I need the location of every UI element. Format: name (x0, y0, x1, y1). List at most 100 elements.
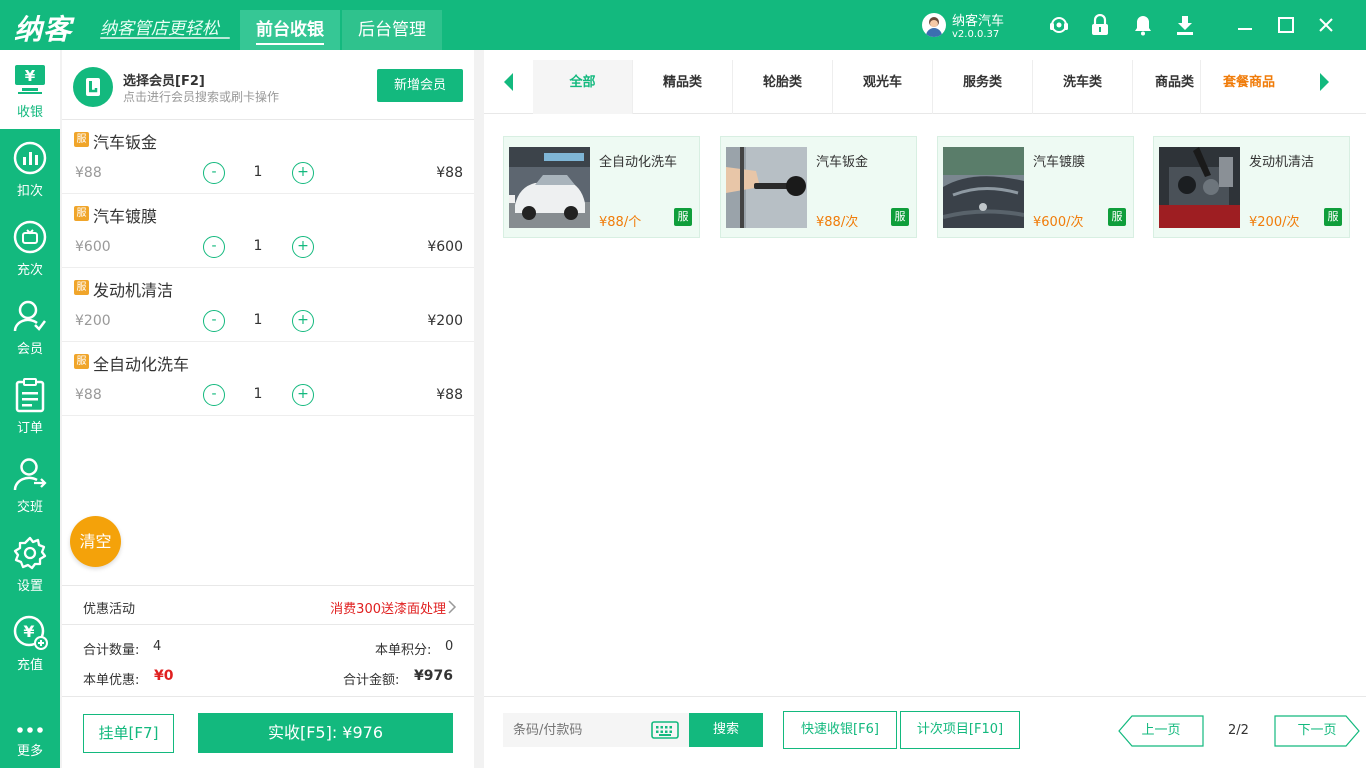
nav-item-more[interactable]: 更多 (0, 689, 60, 768)
divider (62, 696, 474, 697)
category-tab-boutique[interactable]: 精品类 (633, 60, 733, 114)
add-member-button[interactable]: 新增会员 (377, 69, 463, 102)
minimize-icon[interactable] (1232, 12, 1258, 38)
close-icon[interactable] (1313, 12, 1339, 38)
category-tab-tires[interactable]: 轮胎类 (733, 60, 833, 114)
category-tab-sightseeing[interactable]: 观光车 (833, 60, 933, 114)
cashier-icon: ¥ (12, 61, 48, 97)
app-slogan: 纳客管店更轻松 (100, 14, 219, 39)
product-card[interactable]: 汽车钣金 ¥88/次 服 (720, 136, 917, 238)
next-page-button[interactable]: 下一页 (1274, 715, 1360, 747)
service-tag: 服 (674, 208, 692, 226)
chevron-right-icon[interactable] (448, 599, 457, 613)
nav-item-deduct[interactable]: 扣次 (0, 129, 60, 208)
gear-icon (12, 535, 48, 571)
category-next-icon[interactable] (1317, 72, 1331, 92)
qty-increase-button[interactable]: + (292, 384, 314, 406)
qty-decrease-button[interactable]: - (203, 162, 225, 184)
search-button[interactable]: 搜索 (689, 713, 763, 747)
qty-increase-button[interactable]: + (292, 310, 314, 332)
avatar[interactable] (922, 13, 946, 37)
promotion-row[interactable]: 优惠活动 消费300送漆面处理 (62, 585, 474, 625)
more-icon (12, 700, 48, 736)
clear-cart-button[interactable]: 清空 (70, 516, 121, 567)
category-tab-carwash[interactable]: 洗车类 (1033, 60, 1133, 114)
qty-decrease-button[interactable]: - (203, 236, 225, 258)
headset-icon[interactable] (1048, 14, 1070, 36)
member-select-row[interactable]: 选择会员[F2] 点击进行会员搜索或刷卡操作 新增会员 (62, 50, 474, 120)
category-tab-all[interactable]: 全部 (533, 60, 633, 114)
recharge-count-icon (12, 219, 48, 255)
nav-item-cashier[interactable]: ¥ 收银 (0, 50, 60, 129)
nav-item-topup[interactable]: ¥ 充值 (0, 603, 60, 682)
tab-front-cashier[interactable]: 前台收银 (240, 10, 340, 50)
product-card[interactable]: 汽车镀膜 ¥600/次 服 (937, 136, 1134, 238)
service-tag: 服 (891, 208, 909, 226)
nav-item-settings[interactable]: 设置 (0, 524, 60, 603)
app-version: v2.0.0.37 (952, 29, 999, 40)
maximize-icon[interactable] (1273, 12, 1299, 38)
nav-item-shift[interactable]: 交班 (0, 445, 60, 524)
cart-item-qty[interactable]: 1 (248, 164, 268, 180)
member-icon (12, 298, 48, 334)
shift-icon (12, 456, 48, 492)
qty-decrease-button[interactable]: - (203, 384, 225, 406)
product-card[interactable]: 全自动化洗车 ¥88/个 服 (503, 136, 700, 238)
count-item-button[interactable]: 计次项目[F10] (900, 711, 1020, 749)
category-tab-packages[interactable]: 套餐商品 (1199, 60, 1299, 114)
nav-item-member[interactable]: 会员 (0, 287, 60, 366)
promotion-value[interactable]: 消费300送漆面处理 (330, 598, 446, 617)
service-tag: 服 (74, 206, 89, 221)
product-image (509, 147, 590, 228)
tab-front-cashier-label: 前台收银 (256, 20, 324, 45)
promotion-label: 优惠活动 (83, 598, 135, 617)
qty-increase-button[interactable]: + (292, 162, 314, 184)
quick-checkout-button[interactable]: 快速收银[F6] (783, 711, 897, 749)
category-prev-icon[interactable] (502, 72, 516, 92)
download-icon[interactable] (1174, 14, 1196, 36)
cart-item-qty[interactable]: 1 (248, 238, 268, 254)
total-qty-value: 4 (153, 639, 161, 654)
nav-item-recharge-count[interactable]: 充次 (0, 208, 60, 287)
prev-page-button[interactable]: 上一页 (1118, 715, 1204, 747)
cart-item-name: 发动机清洁 (93, 277, 173, 301)
cart-item-unit-price: ¥88 (75, 387, 102, 403)
cart-item-name: 汽车钣金 (93, 129, 157, 153)
product-card[interactable]: 发动机清洁 ¥200/次 服 (1153, 136, 1350, 238)
nav-label-cashier: 收银 (0, 101, 60, 120)
nav-label-more: 更多 (0, 740, 60, 759)
cart-item-total: ¥600 (427, 239, 463, 255)
product-image (726, 147, 807, 228)
cart-panel: 选择会员[F2] 点击进行会员搜索或刷卡操作 新增会员 服 汽车钣金 ¥88 -… (62, 50, 474, 768)
keyboard-icon[interactable] (651, 720, 679, 740)
category-tab-goods[interactable]: 商品类 (1133, 60, 1201, 114)
qty-increase-button[interactable]: + (292, 236, 314, 258)
service-tag: 服 (74, 354, 89, 369)
cart-item-unit-price: ¥600 (75, 239, 111, 255)
nav-item-order[interactable]: 订单 (0, 366, 60, 445)
user-name[interactable]: 纳客汽车 (952, 10, 1004, 29)
app-logo: 纳客 (14, 8, 72, 48)
cart-item-name: 全自动化洗车 (93, 351, 189, 375)
category-tab-services[interactable]: 服务类 (933, 60, 1033, 114)
service-tag: 服 (1108, 208, 1126, 226)
lock-icon[interactable] (1089, 14, 1111, 36)
product-image (1159, 147, 1240, 228)
tab-back-office[interactable]: 后台管理 (342, 10, 442, 50)
cart-item-qty[interactable]: 1 (248, 312, 268, 328)
product-image (943, 147, 1024, 228)
member-select-title[interactable]: 选择会员[F2] (123, 70, 205, 89)
product-name: 汽车镀膜 (1033, 151, 1085, 170)
member-select-hint: 点击进行会员搜索或刷卡操作 (123, 88, 279, 105)
qty-decrease-button[interactable]: - (203, 310, 225, 332)
cart-item-total: ¥200 (427, 313, 463, 329)
side-nav: ¥ 收银 扣次 充次 会员 订单 交班 设置 (0, 50, 60, 768)
cart-item-total: ¥88 (436, 165, 463, 181)
pay-button[interactable]: 实收[F5]: ¥976 (198, 713, 453, 753)
bell-icon[interactable] (1132, 14, 1154, 36)
points-value: 0 (445, 639, 453, 654)
product-price: ¥600/次 (1033, 211, 1083, 230)
divider (484, 696, 1366, 697)
cart-item-qty[interactable]: 1 (248, 386, 268, 402)
hold-order-button[interactable]: 挂单[F7] (83, 714, 174, 753)
